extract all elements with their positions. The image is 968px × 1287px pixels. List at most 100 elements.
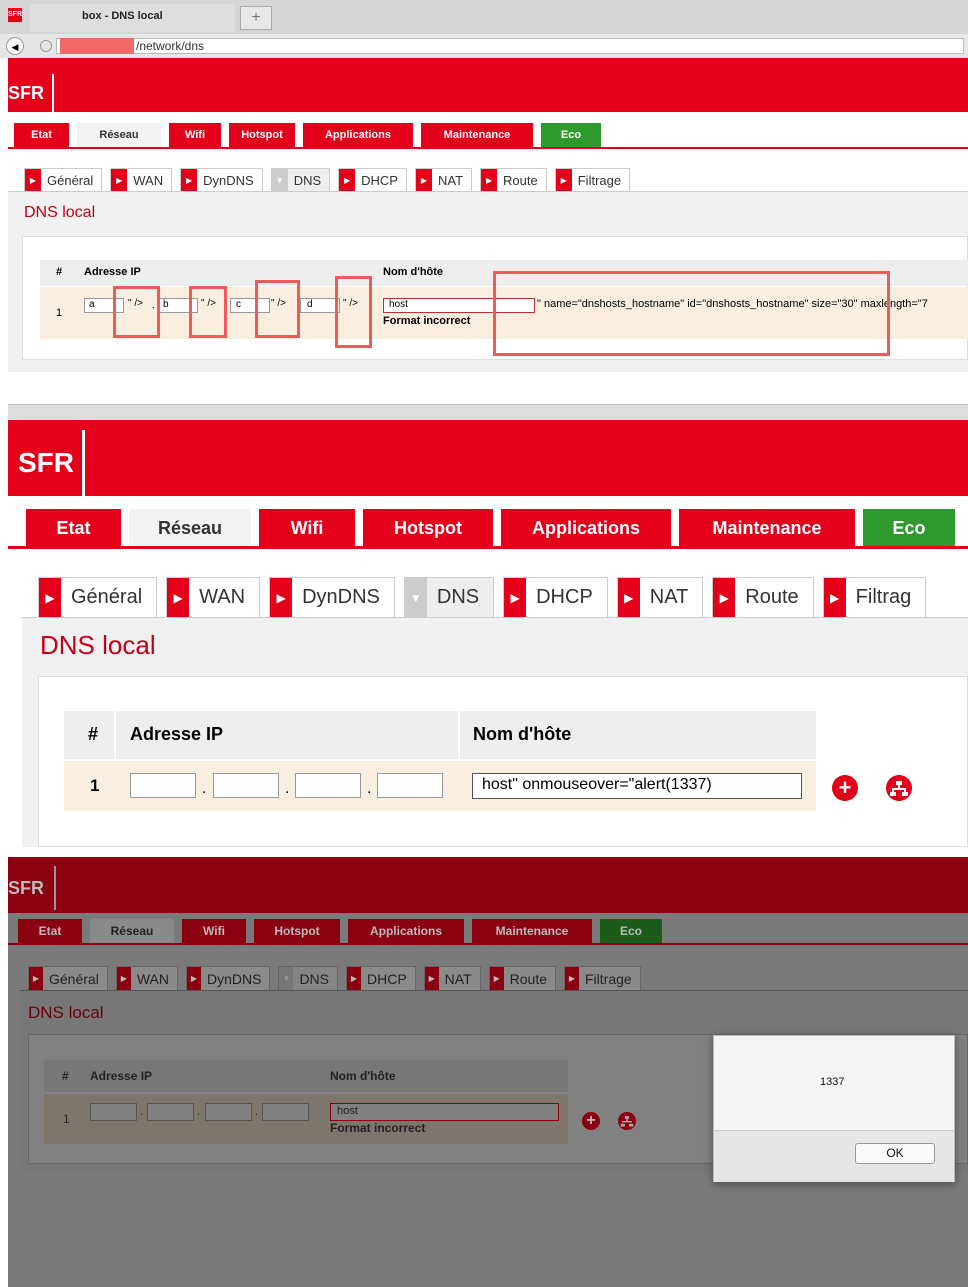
- subtab-general[interactable]: ▶ Général: [28, 966, 108, 990]
- subtab-route[interactable]: ▶ Route: [488, 966, 556, 990]
- subtab-label: DHCP: [361, 172, 398, 188]
- nav-tab-wifi[interactable]: Wifi: [169, 123, 221, 147]
- subtab-filtrage[interactable]: ▶ Filtrag: [822, 577, 927, 617]
- ip-octet-3[interactable]: [205, 1103, 252, 1121]
- subtab-dns[interactable]: ▼ DNS: [278, 966, 338, 990]
- subtab-label: DHCP: [536, 586, 593, 608]
- ip-dot: .: [140, 1106, 144, 1118]
- ip-octet-4-value: d: [307, 299, 313, 310]
- highlight-box: [113, 286, 160, 338]
- col-host: Nom d'hôte: [330, 1069, 396, 1083]
- hostname-input[interactable]: [330, 1103, 559, 1121]
- subtab-general[interactable]: ▶ Général: [24, 168, 103, 191]
- chevron-right-icon: ▶: [111, 169, 128, 191]
- subtab-route[interactable]: ▶ Route: [480, 168, 547, 191]
- subtab-route[interactable]: ▶ Route: [712, 577, 814, 617]
- subtab-dhcp[interactable]: ▶ DHCP: [346, 966, 416, 990]
- col-num: #: [88, 724, 99, 744]
- nav-tab-etat[interactable]: Etat: [18, 919, 82, 943]
- subtab-wan[interactable]: ▶ WAN: [110, 168, 173, 191]
- ip-dot: .: [202, 780, 207, 797]
- ip-octet-3[interactable]: [295, 773, 361, 798]
- subtab-general[interactable]: ▶ Général: [38, 577, 158, 617]
- subtab-wan[interactable]: ▶ WAN: [115, 966, 178, 990]
- network-icon[interactable]: [618, 1112, 636, 1130]
- ip-octet-1[interactable]: [130, 773, 196, 798]
- highlight-box: [189, 286, 227, 338]
- nav-tab-hotspot[interactable]: Hotspot: [254, 919, 340, 943]
- nav-tab-eco[interactable]: Eco: [541, 123, 601, 147]
- chevron-right-icon: ▶: [617, 578, 640, 617]
- ip-octet-4[interactable]: [262, 1103, 309, 1121]
- add-icon[interactable]: +: [582, 1112, 600, 1130]
- chevron-down-icon: ▼: [404, 578, 427, 617]
- nav-tab-etat[interactable]: Etat: [26, 509, 121, 547]
- nav-tab-applications[interactable]: Applications: [501, 509, 671, 547]
- ip-octet-1[interactable]: [90, 1103, 137, 1121]
- col-host: Nom d'hôte: [473, 724, 572, 744]
- subtab-filtrage[interactable]: ▶ Filtrage: [554, 168, 631, 191]
- chevron-right-icon: ▶: [29, 967, 43, 990]
- nav-underline: [8, 147, 968, 149]
- nav-underline: [8, 546, 968, 549]
- ip-dot: .: [367, 780, 372, 797]
- nav-tab-maintenance[interactable]: Maintenance: [421, 123, 533, 147]
- subtab-dns[interactable]: ▼ DNS: [270, 168, 331, 191]
- nav-tab-eco[interactable]: Eco: [600, 919, 662, 943]
- chevron-right-icon: ▶: [339, 169, 356, 191]
- nav-tab-hotspot[interactable]: Hotspot: [229, 123, 295, 147]
- error-message: Format incorrect: [383, 315, 471, 327]
- subtab-label: DHCP: [367, 970, 407, 987]
- chevron-right-icon: ▶: [424, 967, 439, 990]
- network-icon[interactable]: [886, 775, 912, 801]
- header-band: [8, 420, 968, 496]
- nav-tab-reseau[interactable]: Réseau: [90, 919, 174, 943]
- add-icon[interactable]: +: [832, 775, 858, 801]
- ip-dot: .: [197, 1106, 201, 1118]
- subtab-dhcp[interactable]: ▶ DHCP: [503, 577, 608, 617]
- chevron-down-icon: ▼: [271, 169, 288, 191]
- back-icon[interactable]: ◀: [6, 37, 24, 55]
- subtab-dns[interactable]: ▼ DNS: [403, 577, 495, 617]
- nav-tab-reseau[interactable]: Réseau: [77, 123, 161, 147]
- subtab-nat[interactable]: ▶ NAT: [423, 966, 481, 990]
- hostname-value: host: [337, 1105, 358, 1117]
- chevron-right-icon: ▶: [504, 578, 527, 617]
- ip-octet-2[interactable]: [147, 1103, 194, 1121]
- nav-tab-etat[interactable]: Etat: [14, 123, 69, 147]
- ip-octet-4[interactable]: [300, 298, 340, 313]
- subtab-dhcp[interactable]: ▶ DHCP: [338, 168, 407, 191]
- row-number: 1: [63, 1112, 70, 1126]
- chevron-right-icon: ▶: [823, 578, 846, 617]
- subtab-dyndns[interactable]: ▶ DynDNS: [269, 577, 395, 617]
- nav-tab-maintenance[interactable]: Maintenance: [679, 509, 855, 547]
- nav-tab-wifi[interactable]: Wifi: [182, 919, 246, 943]
- chevron-right-icon: ▶: [39, 578, 61, 617]
- ip-dot: .: [285, 780, 290, 797]
- subtab-nat[interactable]: ▶ NAT: [414, 168, 473, 191]
- chevron-right-icon: ▶: [167, 578, 190, 617]
- col-num: #: [62, 1069, 69, 1083]
- main-nav: Etat Réseau Wifi Hotspot Applications Ma…: [26, 509, 955, 547]
- subtab-dyndns[interactable]: ▶ DynDNS: [185, 966, 271, 990]
- nav-tab-maintenance[interactable]: Maintenance: [472, 919, 592, 943]
- nav-tab-wifi[interactable]: Wifi: [259, 509, 355, 547]
- subtab-wan[interactable]: ▶ WAN: [166, 577, 261, 617]
- nav-tab-hotspot[interactable]: Hotspot: [363, 509, 493, 547]
- nav-underline: [8, 943, 968, 945]
- nav-tab-reseau[interactable]: Réseau: [129, 509, 251, 547]
- ip-octet-2[interactable]: [213, 773, 279, 798]
- new-tab-button[interactable]: +: [240, 6, 272, 30]
- ok-button[interactable]: OK: [855, 1143, 935, 1164]
- subtab-label: WAN: [136, 970, 169, 987]
- subtab-nat[interactable]: ▶ NAT: [616, 577, 704, 617]
- ip-dot: .: [255, 1106, 259, 1118]
- subtab-label: Route: [509, 970, 547, 987]
- subtab-label: DNS: [436, 586, 480, 608]
- ip-octet-4[interactable]: [377, 773, 443, 798]
- nav-tab-applications[interactable]: Applications: [303, 123, 413, 147]
- nav-tab-applications[interactable]: Applications: [348, 919, 464, 943]
- nav-tab-eco[interactable]: Eco: [863, 509, 955, 547]
- subtab-filtrage[interactable]: ▶ Filtrage: [564, 966, 641, 990]
- subtab-dyndns[interactable]: ▶ DynDNS: [180, 168, 263, 191]
